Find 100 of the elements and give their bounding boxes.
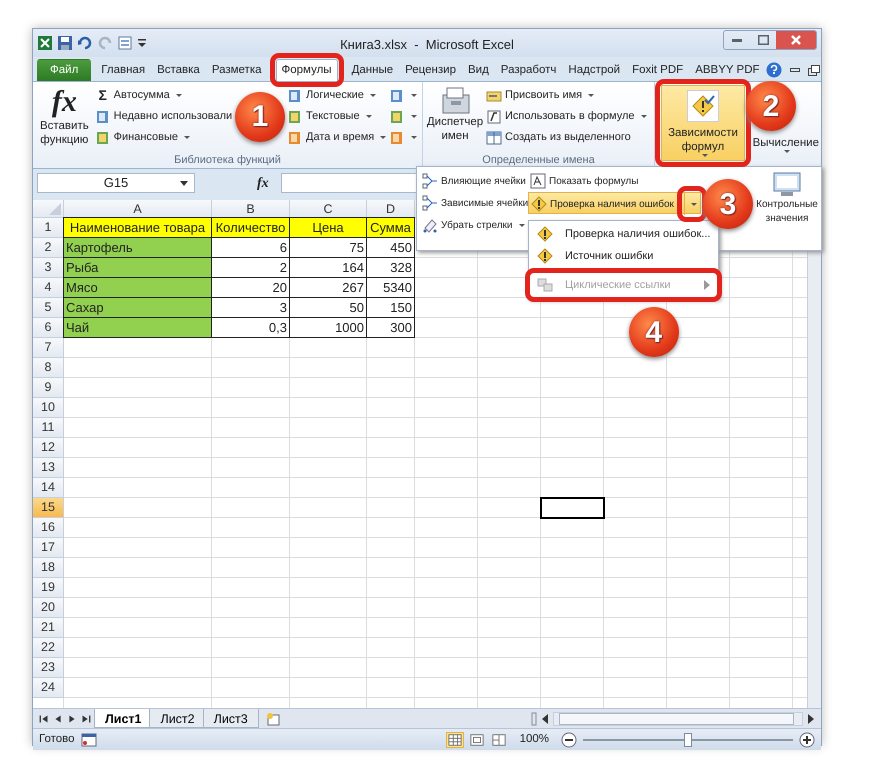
new-sheet-icon[interactable]: [264, 710, 281, 726]
row-header[interactable]: 6: [33, 318, 64, 338]
column-header[interactable]: A: [64, 200, 212, 218]
row-header[interactable]: 10: [33, 398, 64, 418]
ribbon-tab[interactable]: Данные: [346, 59, 400, 81]
panel-command[interactable]: Убрать стрелки: [420, 214, 526, 236]
row-header[interactable]: 8: [33, 358, 64, 378]
view-button[interactable]: [446, 732, 464, 748]
save-icon[interactable]: [57, 35, 73, 51]
row-header[interactable]: 15: [33, 498, 64, 518]
table-cell[interactable]: Картофель: [63, 237, 212, 258]
sheet-tab[interactable]: Лист2: [149, 709, 206, 728]
row-header[interactable]: 1: [33, 218, 64, 238]
insert-function-button[interactable]: fx: [257, 172, 269, 194]
view-button[interactable]: [490, 732, 508, 748]
row-header[interactable]: 24: [33, 678, 64, 698]
formula-auditing-button[interactable]: Зависимости формул: [661, 85, 745, 161]
selected-cell[interactable]: [541, 498, 604, 518]
table-icon: [486, 130, 502, 146]
row-header[interactable]: 18: [33, 558, 64, 578]
row-header[interactable]: 21: [33, 618, 64, 638]
zoom-out-icon[interactable]: [561, 732, 577, 748]
menu-item[interactable]: Источник ошибки: [531, 245, 716, 267]
split-handle-icon[interactable]: [531, 712, 537, 726]
group-label: Определенные имена: [481, 153, 596, 168]
restore-icon[interactable]: [808, 64, 820, 76]
ribbon-command[interactable]: Создать из выделенного: [484, 127, 633, 148]
row-header[interactable]: 22: [33, 638, 64, 658]
ribbon-command[interactable]: Текстовые: [285, 106, 374, 127]
row-header[interactable]: 16: [33, 518, 64, 538]
macro-icon[interactable]: [80, 732, 97, 748]
calculation-button[interactable]: Вычисление: [750, 136, 821, 153]
ribbon-tab[interactable]: Главная: [95, 59, 152, 81]
name-manager-button[interactable]: Диспетчер имен: [426, 85, 484, 152]
dropdown-icon[interactable]: [180, 181, 188, 186]
ribbon-tab[interactable]: ABBYY PDF: [689, 59, 766, 81]
zoom-in-icon[interactable]: [799, 732, 815, 748]
view-button[interactable]: [468, 732, 486, 748]
column-header[interactable]: C: [290, 200, 367, 218]
panel-command[interactable]: Влияющие ячейки: [420, 170, 528, 192]
ribbon-tab[interactable]: Разметка: [206, 59, 268, 81]
ribbon-tab[interactable]: Рецензир: [399, 59, 462, 81]
row-header[interactable]: 20: [33, 598, 64, 618]
ribbon-command[interactable]: Финансовые: [92, 127, 192, 148]
ribbon-command[interactable]: Присвоить имя: [484, 85, 596, 106]
group-label: Библиотека функций: [173, 153, 282, 168]
table-cell[interactable]: Чай: [63, 317, 212, 338]
scroll-left-icon[interactable]: [541, 712, 549, 724]
ribbon-tab[interactable]: Вставка: [151, 59, 206, 81]
window-title: Книга3.xlsx - Microsoft Excel: [340, 36, 514, 54]
row-header[interactable]: 5: [33, 298, 64, 318]
grid-icon: [448, 732, 462, 746]
row-header[interactable]: 4: [33, 278, 64, 298]
slider-thumb[interactable]: [684, 732, 692, 746]
insert-function-button[interactable]: fx Вставить функцию: [36, 85, 93, 152]
ribbon-tab[interactable]: Разработч: [494, 59, 562, 81]
row-header[interactable]: 14: [33, 478, 64, 498]
minimize-ribbon-icon[interactable]: [790, 68, 800, 72]
table-cell[interactable]: Рыба: [63, 257, 212, 278]
close-button[interactable]: [776, 31, 816, 49]
table-cell[interactable]: 300: [366, 317, 415, 338]
ribbon-command[interactable]: Дата и время: [285, 127, 388, 148]
undo-icon[interactable]: [77, 35, 93, 51]
scrollbar-thumb[interactable]: [559, 712, 794, 724]
name-box[interactable]: G15: [37, 173, 195, 193]
ribbon-tab[interactable]: Foxit PDF: [626, 59, 690, 81]
ribbon-command[interactable]: Логические: [285, 85, 378, 106]
ribbon-command[interactable]: Использовать в формуле: [484, 106, 649, 127]
table-cell[interactable]: Сахар: [63, 297, 212, 318]
table-cell[interactable]: Мясо: [63, 277, 212, 298]
row-header[interactable]: 13: [33, 458, 64, 478]
scroll-right-icon[interactable]: [807, 712, 815, 724]
row-header[interactable]: 11: [33, 418, 64, 438]
ribbon-tab[interactable]: Вид: [462, 59, 495, 81]
panel-command[interactable]: Показать формулы: [528, 170, 640, 192]
table-cell[interactable]: Сумма: [366, 217, 415, 238]
table-cell[interactable]: Цена: [289, 217, 367, 238]
row-header[interactable]: 2: [33, 238, 64, 258]
sheet-tab[interactable]: Лист3: [202, 709, 259, 728]
ribbon-tab[interactable]: Надстрой: [562, 59, 626, 81]
column-header[interactable]: B: [212, 200, 290, 218]
form-icon[interactable]: [117, 35, 133, 51]
row-header[interactable]: 9: [33, 378, 64, 398]
customize-icon[interactable]: [137, 38, 147, 48]
row-header[interactable]: 23: [33, 658, 64, 678]
warning-icon: [531, 196, 547, 212]
zoom-level[interactable]: 100%: [520, 730, 549, 748]
ribbon-command[interactable]: Σ Автосумма: [92, 85, 184, 106]
table-cell[interactable]: Количество: [211, 217, 290, 238]
row-header[interactable]: 19: [33, 578, 64, 598]
ribbon-tab[interactable]: Формулы: [276, 59, 338, 81]
table-cell[interactable]: Наименование товара: [63, 217, 212, 238]
ribbon-tab[interactable]: Файл: [37, 59, 92, 81]
ribbon-command[interactable]: Недавно использовали: [92, 106, 234, 127]
row-header[interactable]: 12: [33, 438, 64, 458]
row-header[interactable]: 17: [33, 538, 64, 558]
help-icon[interactable]: [766, 62, 782, 78]
column-header[interactable]: D: [367, 200, 415, 218]
row-header[interactable]: 7: [33, 338, 64, 358]
row-header[interactable]: 3: [33, 258, 64, 278]
